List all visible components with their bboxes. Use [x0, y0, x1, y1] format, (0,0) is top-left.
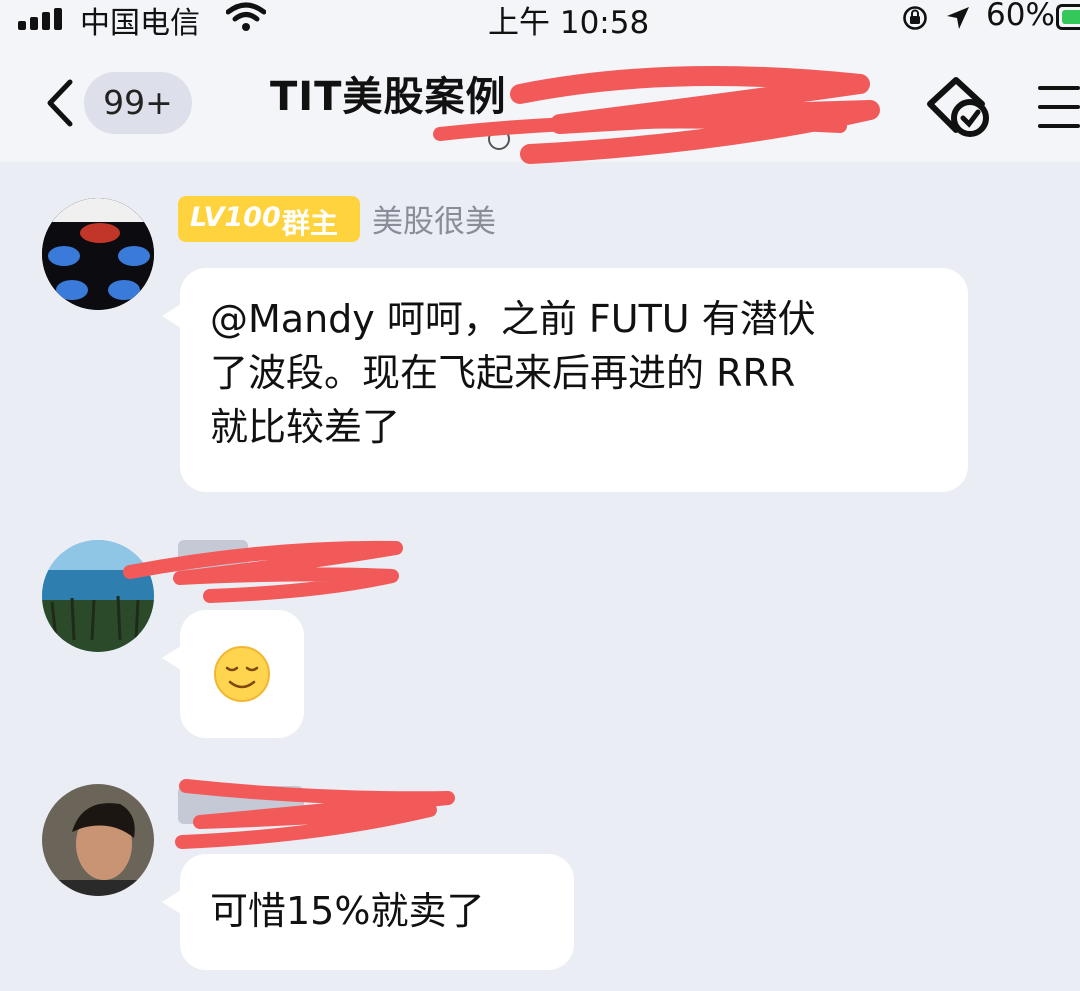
tag-icon[interactable]	[920, 70, 1000, 150]
relieved-face-emoji-icon	[214, 646, 270, 702]
orientation-lock-icon	[903, 6, 927, 30]
menu-icon[interactable]	[1034, 84, 1080, 130]
message-text: @Mandy 呵呵，之前 FUTU 有潜伏 了波段。现在飞起来后再进的 RRR …	[210, 297, 816, 449]
person-avatar-image	[42, 784, 154, 896]
battery-icon	[1056, 4, 1080, 30]
avatar[interactable]	[42, 784, 154, 896]
status-time: 上午 10:58	[488, 5, 650, 41]
message-bubble[interactable]: @Mandy 呵呵，之前 FUTU 有潜伏 了波段。现在飞起来后再进的 RRR …	[162, 268, 968, 492]
redaction-scribble	[123, 540, 403, 603]
signal-icon	[18, 8, 66, 30]
message-bubble[interactable]: 可惜15%就卖了	[162, 854, 574, 970]
avatar[interactable]	[42, 198, 154, 310]
level-badge	[178, 786, 304, 824]
avatar[interactable]	[42, 540, 154, 652]
wifi-icon	[226, 2, 266, 31]
back-chevron-icon[interactable]	[40, 78, 80, 128]
group-title[interactable]: TIT美股案例	[270, 64, 506, 122]
battery-percent: 60%	[986, 0, 1055, 33]
sender-name: 美股很美	[372, 204, 496, 240]
level-label: LV100	[190, 202, 281, 233]
group-status-icon	[488, 128, 510, 150]
level-badge	[178, 540, 248, 578]
discipline-cycle-avatar-image	[42, 198, 154, 310]
unread-count-badge[interactable]: 99+	[84, 72, 192, 134]
chat-header: 99+ TIT美股案例	[0, 40, 1080, 164]
level-badge: LV100 群主	[178, 196, 360, 242]
message-bubble[interactable]: 😌	[162, 610, 304, 738]
beach-avatar-image	[42, 540, 154, 652]
role-label: 群主	[282, 207, 339, 240]
location-arrow-icon	[947, 7, 969, 29]
message-text: 可惜15%就卖了	[210, 889, 485, 933]
status-bar: 中国电信 上午 10:58 60%	[0, 0, 1080, 41]
carrier-label: 中国电信	[80, 6, 200, 41]
